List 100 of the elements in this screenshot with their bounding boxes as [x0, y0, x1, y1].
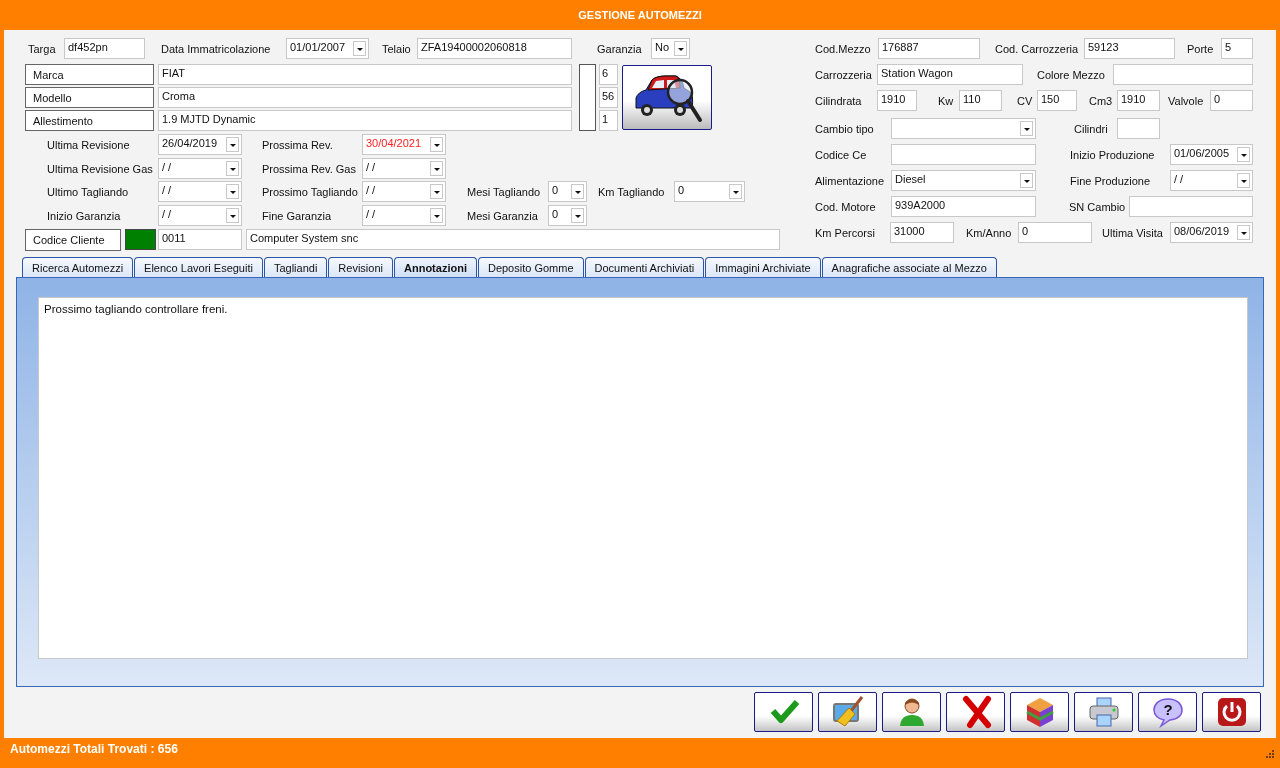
dropdown-button[interactable] — [1237, 147, 1250, 162]
text-field[interactable]: 176887 — [878, 38, 980, 59]
dropdown-button[interactable] — [226, 137, 239, 152]
tab[interactable]: Immagini Archiviate — [705, 257, 821, 277]
lookup-button[interactable]: Allestimento — [25, 110, 154, 131]
text-field[interactable]: 56 — [599, 87, 618, 108]
dropdown-field[interactable]: Diesel — [891, 170, 1036, 191]
text-field[interactable]: 939A2000 — [891, 196, 1036, 217]
printer-icon — [1086, 695, 1121, 729]
text-field[interactable]: 6 — [599, 64, 618, 85]
lookup-button[interactable]: Modello — [25, 87, 154, 108]
text-field[interactable]: 150 — [1037, 90, 1077, 111]
text-field[interactable]: 110 — [959, 90, 1002, 111]
customer-button[interactable] — [882, 692, 941, 732]
dropdown-button[interactable] — [430, 161, 443, 176]
dropdown-button[interactable] — [353, 41, 366, 56]
help-button[interactable]: ? — [1138, 692, 1197, 732]
print-button[interactable] — [1074, 692, 1133, 732]
dropdown-field[interactable]: 0 — [674, 181, 745, 202]
text-field[interactable]: 1 — [599, 110, 618, 131]
dropdown-button[interactable] — [430, 137, 443, 152]
field-label: SN Cambio — [1069, 200, 1127, 213]
date-field[interactable]: / / — [362, 181, 446, 202]
dropdown-button[interactable] — [1237, 225, 1250, 240]
field-label: Cod.Mezzo — [815, 42, 872, 55]
dropdown-button[interactable] — [729, 184, 742, 199]
text-field[interactable]: 0011 — [158, 229, 242, 250]
tab[interactable]: Tagliandi — [263, 257, 328, 277]
dropdown-field[interactable]: No — [651, 38, 690, 59]
clear-button[interactable] — [818, 692, 877, 732]
dropdown-button[interactable] — [571, 184, 584, 199]
dropdown-button[interactable] — [226, 208, 239, 223]
text-field[interactable]: ZFA19400002060818 — [417, 38, 572, 59]
exit-button[interactable] — [1202, 692, 1261, 732]
tab[interactable]: Ricerca Automezzi — [22, 257, 134, 277]
text-field[interactable] — [1117, 118, 1160, 139]
confirm-button[interactable] — [754, 692, 813, 732]
dropdown-field[interactable]: 0 — [548, 181, 587, 202]
date-field[interactable]: / / — [1170, 170, 1253, 191]
field-label: Ultima Revisione — [47, 138, 131, 151]
text-field[interactable]: Croma — [158, 87, 572, 108]
resize-grip-icon[interactable] — [1266, 750, 1274, 758]
text-field[interactable]: FIAT — [158, 64, 572, 85]
field-label: Cilindrata — [815, 94, 863, 107]
field-label: Cod. Carrozzeria — [995, 42, 1080, 55]
date-field[interactable]: / / — [158, 181, 242, 202]
tab[interactable]: Elenco Lavori Eseguiti — [134, 257, 263, 277]
cube-button[interactable] — [1010, 692, 1069, 732]
text-field[interactable]: 1910 — [877, 90, 917, 111]
vehicle-search-button[interactable] — [622, 65, 712, 130]
tab[interactable]: Anagrafiche associate al Mezzo — [821, 257, 997, 277]
help-icon: ? — [1150, 695, 1185, 729]
field-label: Colore Mezzo — [1037, 68, 1106, 81]
text-field[interactable] — [1113, 64, 1253, 85]
date-field[interactable]: 01/01/2007 — [286, 38, 369, 59]
customer-code-button[interactable]: Codice Cliente — [25, 228, 121, 251]
date-field[interactable]: 26/04/2019 — [158, 134, 242, 155]
dropdown-button[interactable] — [571, 208, 584, 223]
field-label: Km Percorsi — [815, 226, 876, 239]
text-field[interactable]: 31000 — [890, 222, 954, 243]
date-field[interactable]: / / — [362, 205, 446, 226]
field-label: Cm3 — [1089, 94, 1114, 107]
text-field[interactable]: Computer System snc — [246, 229, 780, 250]
text-field[interactable]: 59123 — [1084, 38, 1175, 59]
monitor-broom-icon — [830, 695, 865, 729]
field-label: Ultima Visita — [1102, 226, 1164, 239]
tab[interactable]: Revisioni — [328, 257, 393, 277]
text-field[interactable]: df452pn — [64, 38, 145, 59]
dropdown-button[interactable] — [1020, 121, 1033, 136]
dropdown-field[interactable] — [891, 118, 1036, 139]
text-field[interactable]: 1.9 MJTD Dynamic — [158, 110, 572, 131]
field-label: Targa — [28, 42, 57, 55]
lookup-button[interactable]: Marca — [25, 64, 154, 85]
dropdown-button[interactable] — [226, 161, 239, 176]
dropdown-button[interactable] — [1237, 173, 1250, 188]
dropdown-button[interactable] — [226, 184, 239, 199]
date-field[interactable]: / / — [158, 205, 242, 226]
delete-button[interactable] — [946, 692, 1005, 732]
field-label: Carrozzeria — [815, 68, 873, 81]
dropdown-button[interactable] — [674, 41, 687, 56]
tab[interactable]: Documenti Archiviati — [584, 257, 705, 277]
text-field[interactable]: 0 — [1210, 90, 1253, 111]
dropdown-button[interactable] — [430, 208, 443, 223]
date-field[interactable]: / / — [362, 158, 446, 179]
dropdown-field[interactable]: 0 — [548, 205, 587, 226]
tab[interactable]: Annotazioni — [394, 257, 477, 277]
dropdown-button[interactable] — [430, 184, 443, 199]
date-field[interactable]: 01/06/2005 — [1170, 144, 1253, 165]
date-field[interactable]: 30/04/2021 — [362, 134, 446, 155]
text-field[interactable] — [1129, 196, 1253, 217]
tab[interactable]: Deposito Gomme — [477, 257, 584, 277]
date-field[interactable]: 08/06/2019 — [1170, 222, 1253, 243]
dropdown-button[interactable] — [1020, 173, 1033, 188]
text-field[interactable]: 5 — [1221, 38, 1253, 59]
text-field[interactable]: Station Wagon — [877, 64, 1023, 85]
text-field[interactable]: 1910 — [1117, 90, 1160, 111]
text-field[interactable] — [891, 144, 1036, 165]
date-field[interactable]: / / — [158, 158, 242, 179]
text-field[interactable]: 0 — [1018, 222, 1092, 243]
notes-field[interactable]: Prossimo tagliando controllare freni. — [38, 297, 1248, 659]
